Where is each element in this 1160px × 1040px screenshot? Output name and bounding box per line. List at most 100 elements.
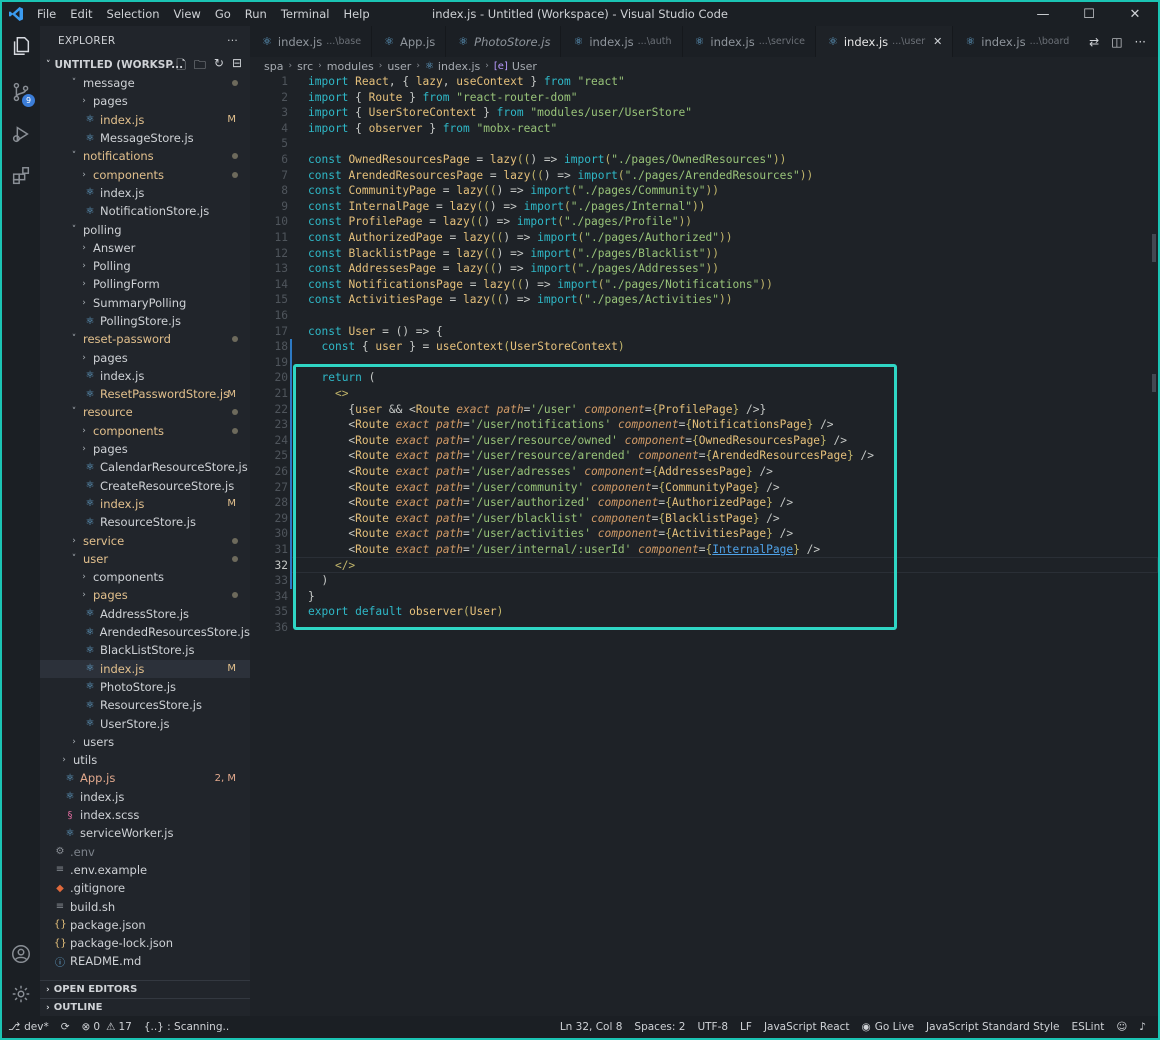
tree-file[interactable]: ⚛ AddressStore.js <box>40 605 250 623</box>
editor-tab[interactable]: ⚛ App.js <box>372 26 447 57</box>
open-changes-icon[interactable]: ⇄ <box>1089 35 1099 49</box>
editor-tab[interactable]: ⚛ index.js ...\service <box>683 26 816 57</box>
code-line[interactable]: const AddressesPage = lazy(() => import(… <box>308 261 719 277</box>
tree-file[interactable]: ⚛ index.js M <box>40 659 250 678</box>
menu-selection[interactable]: Selection <box>100 2 167 26</box>
explorer-icon[interactable] <box>2 26 40 66</box>
more-actions-icon[interactable]: ··· <box>227 35 238 47</box>
tree-folder[interactable]: ˅ user <box>40 550 250 568</box>
menu-run[interactable]: Run <box>238 2 274 26</box>
tree-file[interactable]: ≡ build.sh <box>40 897 250 915</box>
tree-folder[interactable]: › utils <box>40 751 250 769</box>
tree-folder[interactable]: › users <box>40 733 250 751</box>
language-mode[interactable]: JavaScript React <box>764 1021 850 1033</box>
tree-file[interactable]: ⚛ CalendarResourceStore.js <box>40 458 250 476</box>
go-live-button[interactable]: ◉ Go Live <box>862 1021 915 1033</box>
tree-file[interactable]: ⚛ index.js M <box>40 495 250 513</box>
code-line[interactable]: const BlacklistPage = lazy(() => import(… <box>308 246 719 262</box>
code-line[interactable]: import React, { lazy, useContext } from … <box>308 74 625 90</box>
menu-terminal[interactable]: Terminal <box>274 2 337 26</box>
code-line[interactable]: const NotificationsPage = lazy(() => imp… <box>308 277 773 293</box>
tree-file[interactable]: ⚛ index.js <box>40 184 250 202</box>
tree-file[interactable]: ⚛ CreateResourceStore.js <box>40 477 250 495</box>
tree-file[interactable]: ⚛ PollingStore.js <box>40 312 250 330</box>
close-tab-icon[interactable]: ✕ <box>933 35 942 48</box>
breadcrumb-item[interactable]: spa <box>264 60 283 73</box>
breadcrumb-item[interactable]: user <box>387 60 411 73</box>
tree-folder[interactable]: › Answer <box>40 239 250 257</box>
code-line[interactable]: const AuthorizedPage = lazy(() => import… <box>308 230 732 246</box>
tree-folder[interactable]: › PollingForm <box>40 275 250 293</box>
tree-folder[interactable]: › Polling <box>40 257 250 275</box>
tree-folder[interactable]: › components <box>40 422 250 440</box>
editor-tab[interactable]: ⚛ index.js ...\auth <box>561 26 683 57</box>
tree-file[interactable]: ⓘ README.md <box>40 952 250 970</box>
cursor-position[interactable]: Ln 32, Col 8 <box>560 1021 623 1033</box>
tree-file[interactable]: ⚛ index.js <box>40 788 250 806</box>
code-line[interactable]: const { user } = useContext(UserStoreCon… <box>308 339 624 355</box>
tree-file[interactable]: ⚛ ResourceStore.js <box>40 513 250 531</box>
feedback-icon[interactable]: ☺ <box>1116 1021 1127 1033</box>
breadcrumb-item[interactable]: src <box>297 60 313 73</box>
editor-scrollbar[interactable] <box>1144 74 1158 1016</box>
code-line[interactable]: const ActivitiesPage = lazy(() => import… <box>308 292 732 308</box>
tree-folder[interactable]: ˅ resource <box>40 403 250 421</box>
sync-icon[interactable]: ⟳ <box>61 1021 70 1033</box>
tree-file[interactable]: ≡ .env.example <box>40 861 250 879</box>
editor-tab[interactable]: ⚛ index.js ...\board <box>953 26 1081 57</box>
tree-file[interactable]: ⚛ PhotoStore.js <box>40 678 250 696</box>
more-actions-icon[interactable]: ··· <box>1135 35 1146 49</box>
split-editor-icon[interactable]: ◫ <box>1111 35 1122 49</box>
tree-folder[interactable]: ˅ polling <box>40 220 250 238</box>
line-ending[interactable]: LF <box>740 1021 752 1033</box>
tree-folder[interactable]: › pages <box>40 440 250 458</box>
tree-folder[interactable]: ˅ message <box>40 74 250 92</box>
menu-go[interactable]: Go <box>208 2 238 26</box>
breadcrumb-item[interactable]: User <box>512 60 537 73</box>
tree-folder[interactable]: › components <box>40 568 250 586</box>
open-editors-section[interactable]: › OPEN EDITORS <box>40 980 250 998</box>
tree-folder[interactable]: ˅ reset-password <box>40 330 250 348</box>
breadcrumb-item[interactable]: index.js <box>438 60 480 73</box>
code-line[interactable]: import { observer } from "mobx-react" <box>308 121 557 137</box>
account-icon[interactable] <box>2 934 40 974</box>
code-line[interactable]: const CommunityPage = lazy(() => import(… <box>308 183 719 199</box>
eslint-status[interactable]: ESLint <box>1072 1021 1105 1033</box>
tree-folder[interactable]: ˅ notifications <box>40 147 250 165</box>
code-line[interactable]: const InternalPage = lazy(() => import("… <box>308 199 706 215</box>
menu-edit[interactable]: Edit <box>63 2 99 26</box>
code-line[interactable]: import { Route } from "react-router-dom" <box>308 90 578 106</box>
code-line[interactable]: const ArendedResourcesPage = lazy(() => … <box>308 168 813 184</box>
close-icon[interactable]: ✕ <box>1112 2 1158 26</box>
tree-folder[interactable]: › pages <box>40 348 250 366</box>
tree-file[interactable]: ⚛ BlackListStore.js <box>40 641 250 659</box>
tree-folder[interactable]: › pages <box>40 92 250 110</box>
menu-view[interactable]: View <box>167 2 208 26</box>
indentation[interactable]: Spaces: 2 <box>634 1021 685 1033</box>
extensions-icon[interactable] <box>2 156 40 196</box>
tree-file[interactable]: ⚛ NotificationStore.js <box>40 202 250 220</box>
minimize-icon[interactable]: — <box>1020 2 1066 26</box>
breadcrumb-item[interactable]: modules <box>327 60 374 73</box>
code-editor[interactable]: 1 import React, { lazy, useContext } from… <box>250 74 1158 1016</box>
code-line[interactable]: const User = () => { <box>308 324 443 340</box>
tree-file[interactable]: {} package.json <box>40 916 250 934</box>
outline-section[interactable]: › OUTLINE <box>40 998 250 1016</box>
tree-file[interactable]: ⚛ index.js M <box>40 111 250 129</box>
tree-folder[interactable]: › components <box>40 165 250 183</box>
tree-file[interactable]: ◆ .gitignore <box>40 879 250 897</box>
menu-file[interactable]: File <box>30 2 63 26</box>
tree-file[interactable]: ⚛ ArendedResourcesStore.js <box>40 623 250 641</box>
maximize-icon[interactable]: ☐ <box>1066 2 1112 26</box>
menu-help[interactable]: Help <box>336 2 376 26</box>
tree-file[interactable]: ⚛ ResourcesStore.js <box>40 696 250 714</box>
source-control-icon[interactable]: 9 <box>2 72 40 112</box>
editor-tab[interactable]: ⚛ PhotoStore.js <box>446 26 562 57</box>
tree-file[interactable]: § index.scss <box>40 806 250 824</box>
notifications-bell-icon[interactable]: ♪ <box>1139 1021 1146 1033</box>
tree-file[interactable]: ⚙ .env <box>40 842 250 860</box>
encoding[interactable]: UTF-8 <box>697 1021 728 1033</box>
tree-folder[interactable]: › SummaryPolling <box>40 294 250 312</box>
tree-file[interactable]: ⚛ MessageStore.js <box>40 129 250 147</box>
linter-style[interactable]: JavaScript Standard Style <box>926 1021 1059 1033</box>
